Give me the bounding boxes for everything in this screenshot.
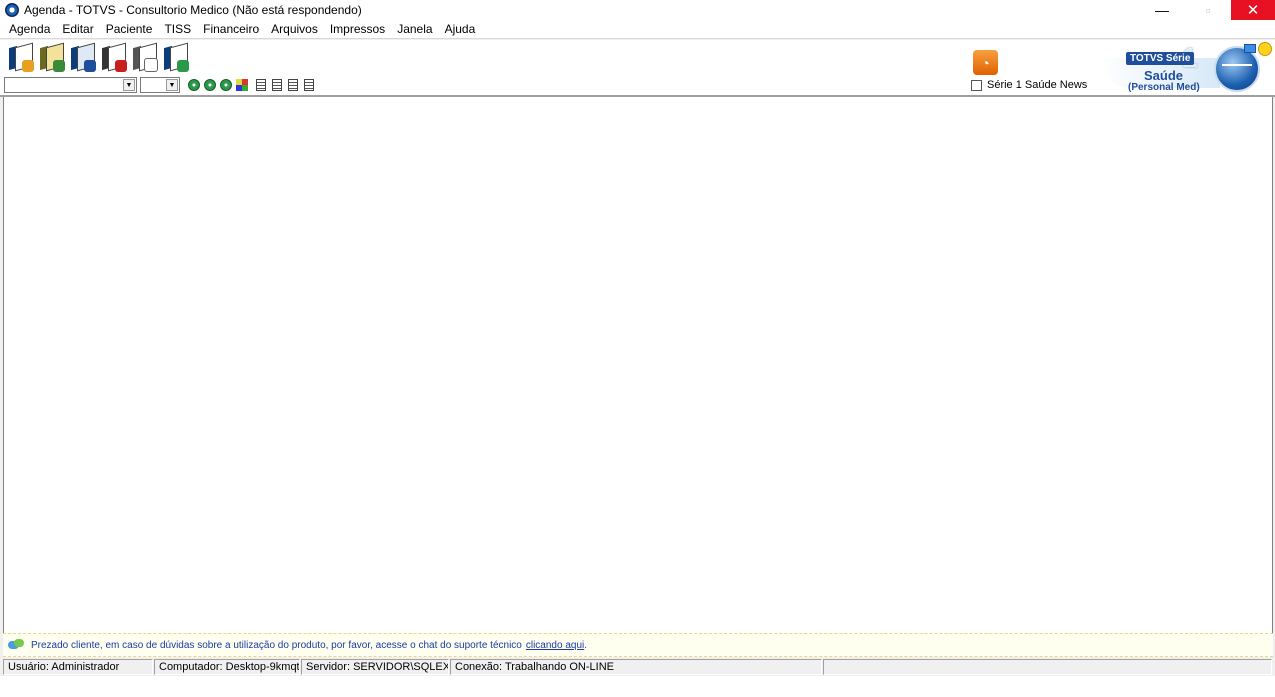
news-checkbox[interactable] <box>971 79 982 91</box>
totvs-logo: 1 TOTVS Série Saúde (Personal Med) <box>1100 42 1275 96</box>
menu-financeiro[interactable]: Financeiro <box>197 22 265 36</box>
restore-button[interactable]: ▫ <box>1185 0 1231 20</box>
bottom-area <box>0 676 1275 697</box>
status-server: Servidor: SERVIDOR\SQLEXPR <box>301 659 449 675</box>
menu-arquivos[interactable]: Arquivos <box>265 22 324 36</box>
chevron-down-icon: ▼ <box>123 79 135 91</box>
today-icon[interactable] <box>220 79 232 91</box>
support-message-tail: . <box>584 639 588 651</box>
status-extra <box>823 659 1272 675</box>
document-icon[interactable] <box>256 79 266 91</box>
menu-ajuda[interactable]: Ajuda <box>439 22 482 36</box>
patient-book-icon[interactable] <box>70 42 96 72</box>
chat-icon <box>8 639 24 651</box>
support-chat-link[interactable]: clicando aqui <box>526 640 584 651</box>
status-computer: Computador: Desktop-9kmqt <box>154 659 300 675</box>
window-controls: — ▫ ✕ <box>1139 0 1275 20</box>
support-info-bar: Prezado cliente, em caso de dúvidas sobr… <box>3 633 1273 657</box>
menu-tiss[interactable]: TISS <box>158 22 197 36</box>
minimize-button[interactable]: — <box>1139 0 1185 20</box>
toolbar: ▼ ▼ ◔ Série 1 Saúde News 1 TOTVS Série S… <box>0 40 1275 97</box>
menu-janela[interactable]: Janela <box>391 22 438 36</box>
rss-icon[interactable]: ◔ <box>973 50 998 75</box>
status-connection: Conexão: Trabalhando ON-LINE <box>450 659 822 675</box>
calendar-grid-icon[interactable] <box>236 79 248 91</box>
support-message: Prezado cliente, em caso de dúvidas sobr… <box>31 639 522 651</box>
document-icon[interactable] <box>272 79 282 91</box>
document-icon[interactable] <box>288 79 298 91</box>
document-icon[interactable] <box>304 79 314 91</box>
files-book-icon[interactable] <box>132 42 158 72</box>
book-toolbar <box>8 42 189 72</box>
logo-subtitle: (Personal Med) <box>1128 82 1200 93</box>
logo-brand: TOTVS Série <box>1126 52 1195 65</box>
menu-editar[interactable]: Editar <box>56 22 99 36</box>
news-checkbox-row[interactable]: Série 1 Saúde News <box>971 79 1087 91</box>
logo-product: Saúde <box>1144 68 1184 83</box>
close-button[interactable]: ✕ <box>1231 0 1275 20</box>
previous-day-icon[interactable] <box>188 79 200 91</box>
monitor-icon <box>1244 44 1256 53</box>
menu-paciente[interactable]: Paciente <box>100 22 159 36</box>
news-label: Série 1 Saúde News <box>987 79 1088 91</box>
app-icon <box>5 3 19 17</box>
next-day-icon[interactable] <box>204 79 216 91</box>
period-select[interactable]: ▼ <box>140 77 180 93</box>
menu-bar: Agenda Editar Paciente TISS Financeiro A… <box>0 20 1275 39</box>
title-bar: Agenda - TOTVS - Consultorio Medico (Não… <box>0 0 1275 20</box>
window-title: Agenda - TOTVS - Consultorio Medico (Não… <box>24 3 362 17</box>
menu-agenda[interactable]: Agenda <box>0 22 56 36</box>
smiley-icon <box>1258 42 1272 56</box>
toolbar-controls: ▼ ▼ <box>4 77 314 93</box>
tiss-book-icon[interactable] <box>101 42 127 72</box>
financial-book-icon[interactable] <box>39 42 65 72</box>
doctor-select[interactable]: ▼ <box>4 77 137 93</box>
mdi-workspace <box>3 97 1273 633</box>
chevron-down-icon: ▼ <box>166 79 178 91</box>
reports-book-icon[interactable] <box>163 42 189 72</box>
status-user: Usuário: Administrador <box>3 659 153 675</box>
agenda-book-icon[interactable] <box>8 42 34 72</box>
menu-impressos[interactable]: Impressos <box>324 22 391 36</box>
heartbeat-icon <box>1222 64 1252 76</box>
status-bar: Usuário: Administrador Computador: Deskt… <box>0 659 1275 676</box>
